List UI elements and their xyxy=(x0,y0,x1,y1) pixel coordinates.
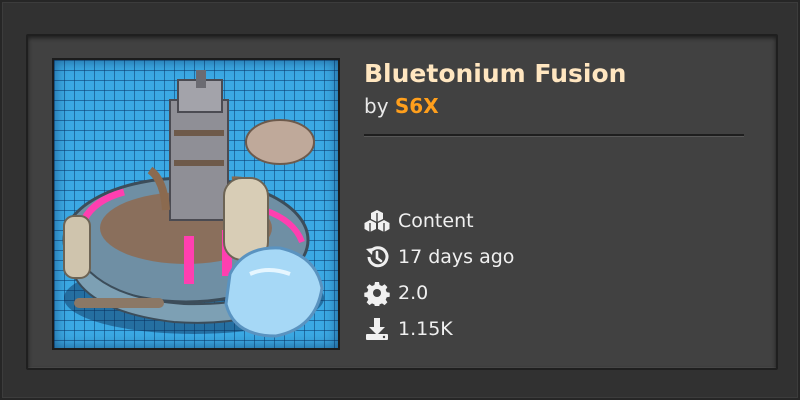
stat-updated-label: 17 days ago xyxy=(398,246,515,268)
mod-info: Bluetonium Fusion by S6X Content 17 days… xyxy=(364,58,744,340)
stat-category-label: Content xyxy=(398,210,474,232)
reactor-building-image xyxy=(62,70,324,338)
cubes-icon xyxy=(364,208,390,234)
divider xyxy=(364,134,744,137)
gear-icon xyxy=(364,280,390,306)
mod-thumbnail[interactable] xyxy=(52,58,340,350)
author-link[interactable]: S6X xyxy=(395,94,439,118)
stat-downloads-label: 1.15K xyxy=(398,318,453,340)
stat-version-label: 2.0 xyxy=(398,282,429,304)
author-line: by S6X xyxy=(364,92,744,120)
download-icon xyxy=(364,316,390,342)
mod-card-frame: Bluetonium Fusion by S6X Content 17 days… xyxy=(0,0,800,400)
history-icon xyxy=(364,244,390,270)
by-label: by xyxy=(364,94,389,118)
mod-title[interactable]: Bluetonium Fusion xyxy=(364,58,744,90)
mod-card[interactable]: Bluetonium Fusion by S6X Content 17 days… xyxy=(26,34,778,370)
stat-version: 2.0 xyxy=(364,275,514,311)
stat-updated: 17 days ago xyxy=(364,239,514,275)
stat-downloads: 1.15K xyxy=(364,311,514,347)
stat-category: Content xyxy=(364,203,514,239)
stats-list: Content 17 days ago 2.0 1.15K xyxy=(364,203,514,347)
